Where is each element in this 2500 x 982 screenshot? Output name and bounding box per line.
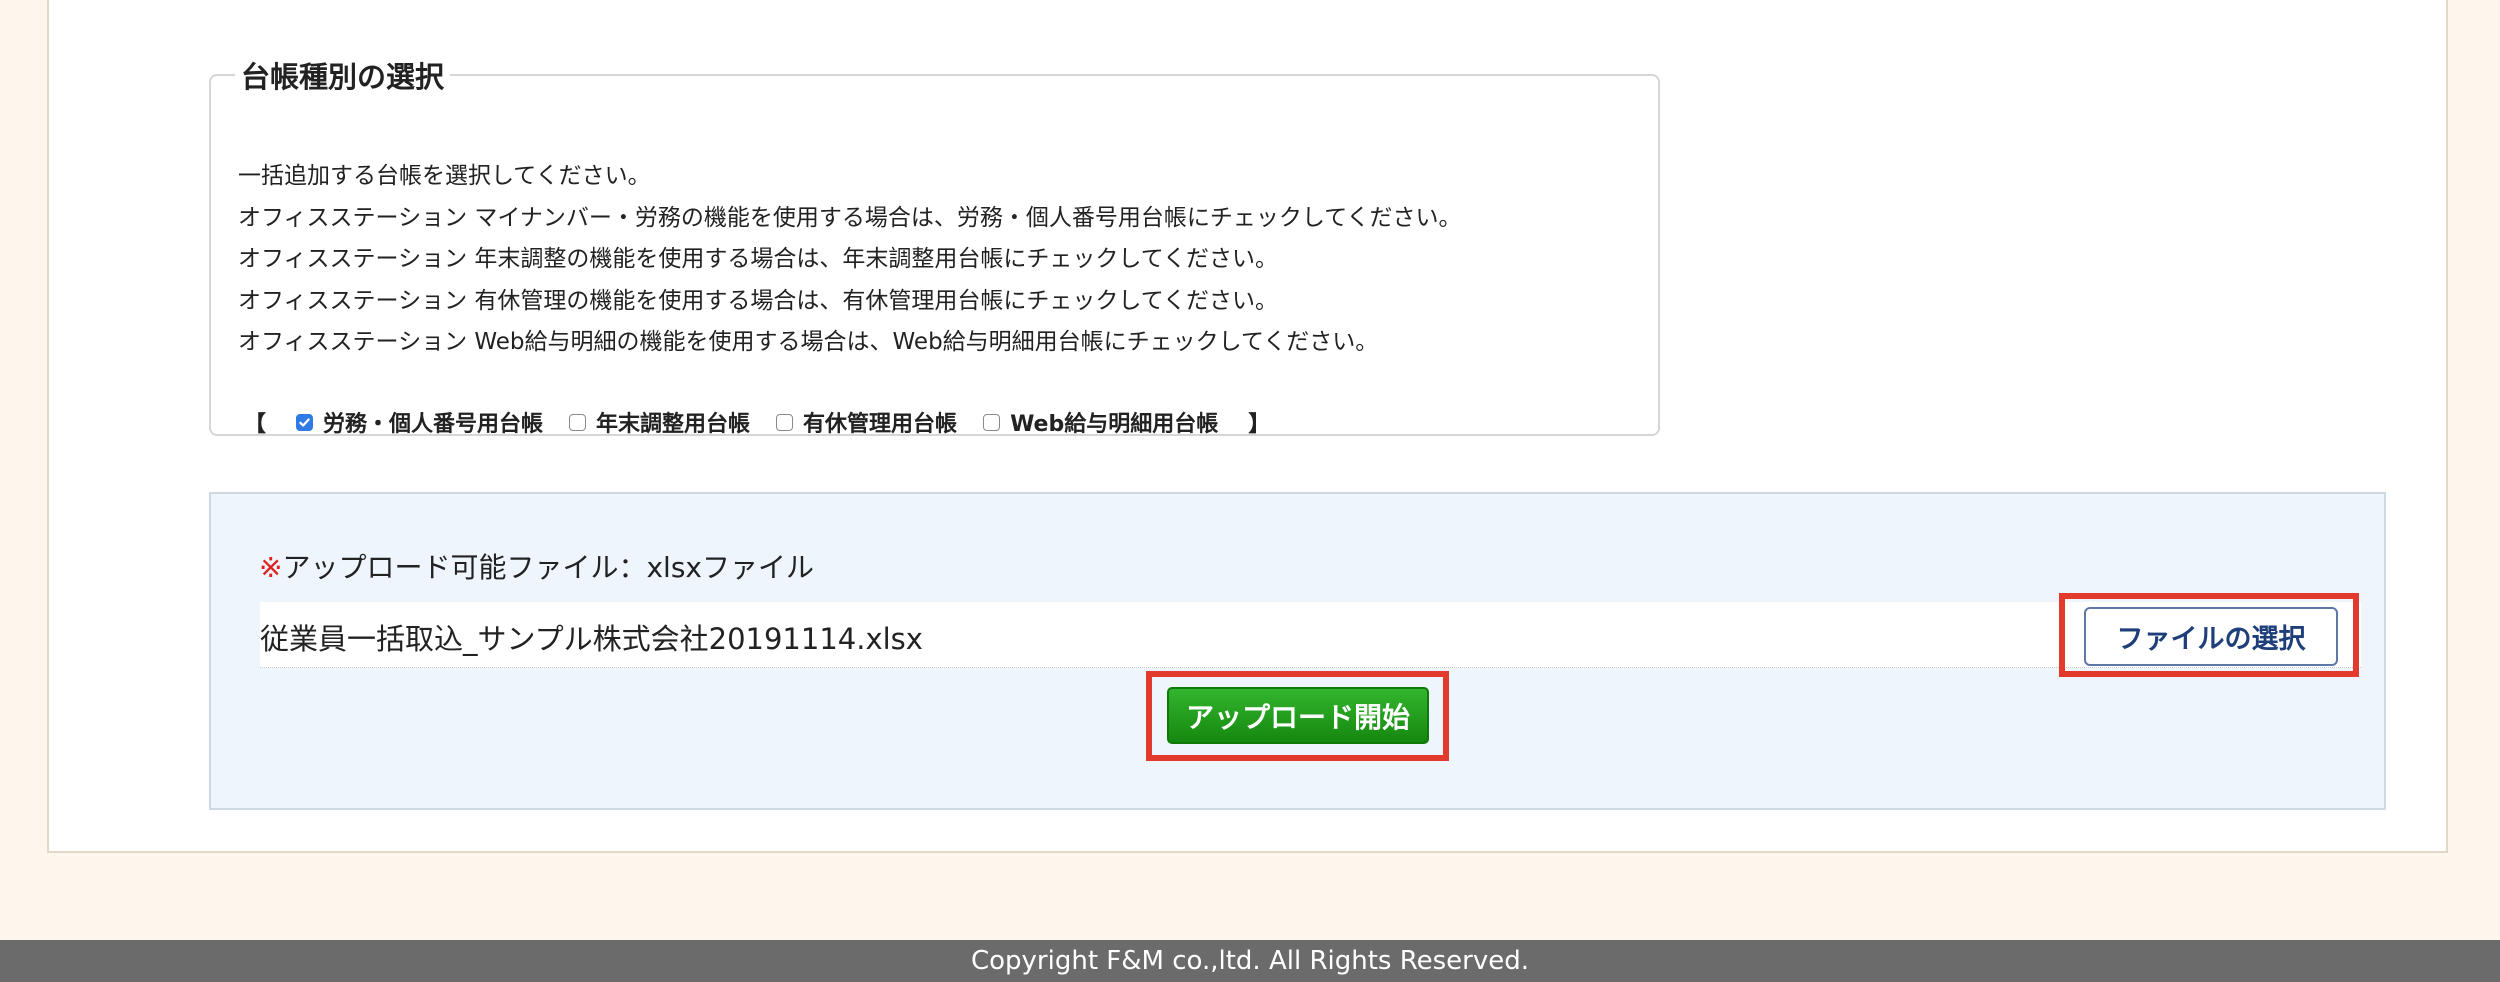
copyright-text: Copyright F&M co.,ltd. All Rights Reserv… <box>970 946 1529 976</box>
paid-leave-ledger-checkbox[interactable] <box>776 413 794 431</box>
ledger-checkbox-group: 【 労務・個人番号用台帳 年末調整用台帳 有休管理用台帳 Web給与明細用台帳 … <box>244 406 1270 438</box>
labor-ledger-label: 労務・個人番号用台帳 <box>323 412 544 437</box>
selected-file-name: 従業員一括取込_サンプル株式会社20191114.xlsx <box>260 622 923 656</box>
ledger-type-title: 台帳種別の選択 <box>241 60 445 94</box>
instruction-line: オフィスステーション マイナンバー・労務の機能を使用する場合は、労務・個人番号用… <box>238 204 1462 231</box>
upload-note: ※アップロード可能ファイル：xlsxファイル <box>259 546 814 586</box>
note-asterisk: ※ <box>259 551 283 584</box>
instruction-line: 一括追加する台帳を選択してください。 <box>238 163 651 189</box>
instructions-list: 一括追加する台帳を選択してください。 オフィスステーション マイナンバー・労務の… <box>238 156 1462 364</box>
content-panel: 台帳種別の選択 一括追加する台帳を選択してください。 オフィスステーション マイ… <box>47 0 2448 853</box>
instruction-line: オフィスステーション 年末調整の機能を使用する場合は、年末調整用台帳にチェックし… <box>238 246 1279 272</box>
ledger-type-fieldset: 台帳種別の選択 一括追加する台帳を選択してください。 オフィスステーション マイ… <box>209 54 1660 438</box>
upload-box: ※アップロード可能ファイル：xlsxファイル 従業員一括取込_サンプル株式会社2… <box>209 492 2386 810</box>
ledger-option-year-end[interactable]: 年末調整用台帳 <box>569 406 750 438</box>
ledger-option-web-payslip[interactable]: Web給与明細用台帳 <box>983 406 1218 438</box>
select-file-button[interactable]: ファイルの選択 <box>2084 607 2338 666</box>
web-payslip-ledger-label: Web給与明細用台帳 <box>1010 412 1219 437</box>
instruction-line: オフィスステーション Web給与明細の機能を使用する場合は、Web給与明細用台帳… <box>238 329 1379 355</box>
bracket-close: 】 <box>1248 412 1271 437</box>
start-upload-button[interactable]: アップロード開始 <box>1167 687 1429 744</box>
paid-leave-ledger-label: 有休管理用台帳 <box>803 412 958 437</box>
year-end-ledger-checkbox[interactable] <box>569 413 587 431</box>
year-end-ledger-label: 年末調整用台帳 <box>596 412 751 437</box>
web-payslip-ledger-checkbox[interactable] <box>983 413 1001 431</box>
selected-file-row: 従業員一括取込_サンプル株式会社20191114.xlsx <box>260 602 2361 668</box>
ledger-option-labor[interactable]: 労務・個人番号用台帳 <box>296 406 543 438</box>
footer: Copyright F&M co.,ltd. All Rights Reserv… <box>0 940 2500 982</box>
upload-note-text: アップロード可能ファイル：xlsxファイル <box>282 551 814 584</box>
checkmark-icon <box>299 417 310 427</box>
ledger-option-paid-leave[interactable]: 有休管理用台帳 <box>776 406 957 438</box>
labor-ledger-checkbox[interactable] <box>296 413 314 431</box>
bracket-open: 【 <box>244 412 267 437</box>
instruction-line: オフィスステーション 有休管理の機能を使用する場合は、有休管理用台帳にチェックし… <box>238 287 1279 314</box>
